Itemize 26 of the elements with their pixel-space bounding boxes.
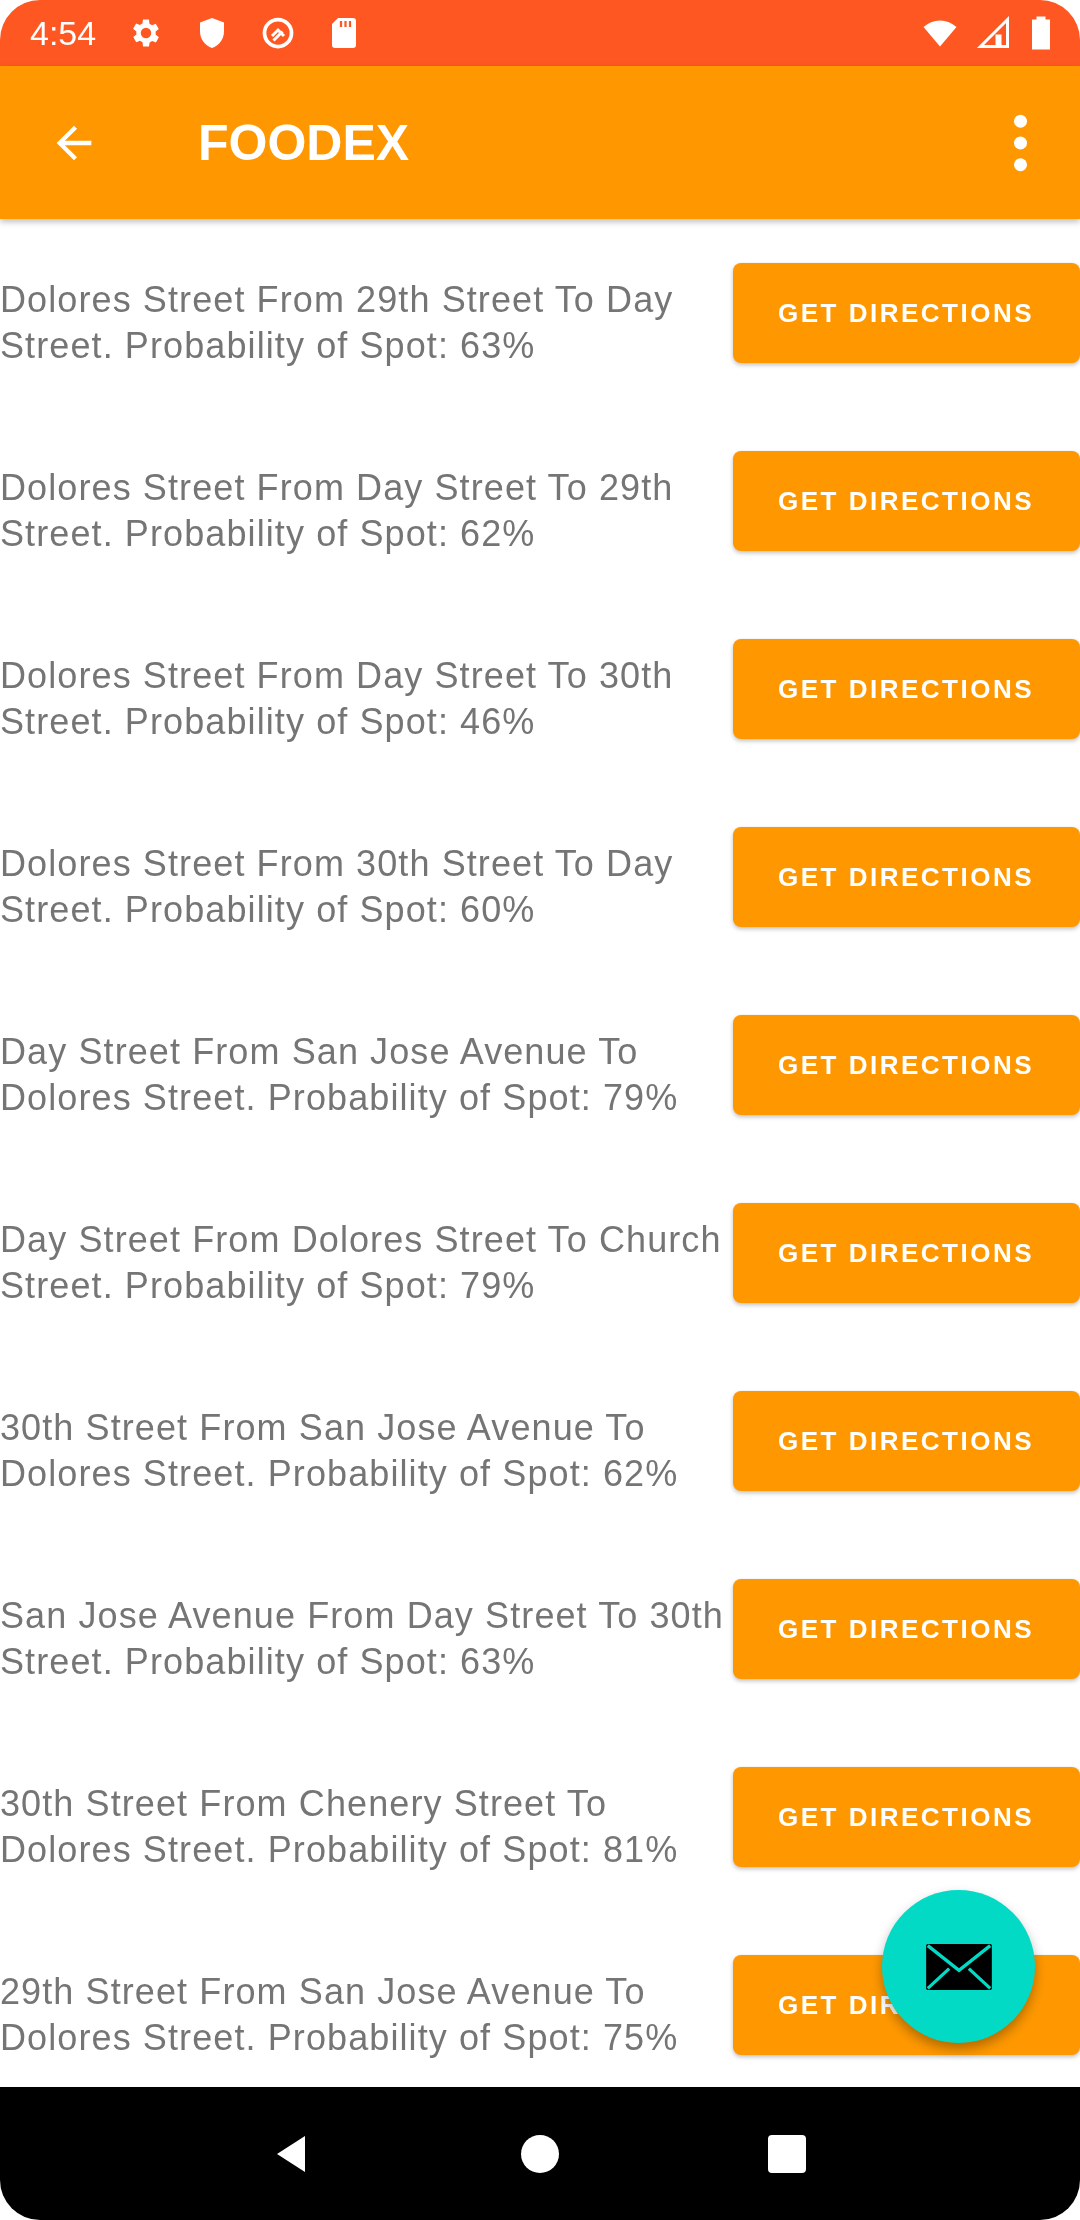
get-directions-button[interactable]: GET DIRECTIONS [733,827,1080,927]
envelope-icon [925,1943,992,1990]
get-directions-button[interactable]: GET DIRECTIONS [733,1767,1080,1867]
signal-icon [976,15,1012,51]
app-title: FOODEX [198,113,411,172]
spot-description: Day Street From San Jose Avenue To Dolores Street. Probability of Spot: 79% [0,1030,680,1120]
spot-description: Dolores Street From 30th Street To Day Street. Probability of Spot: 60% [0,842,675,932]
get-directions-button[interactable]: GET DIRECTIONS [733,639,1080,739]
spot-description: Dolores Street From 29th Street To Day Street. Probability of Spot: 63% [0,278,675,368]
get-directions-button[interactable]: GET DIRECTIONS [733,263,1080,363]
get-directions-button[interactable]: GET DIRECTIONS [733,1579,1080,1679]
home-circle-icon[interactable] [520,2133,560,2174]
get-directions-button[interactable]: GET DIRECTIONS [733,1015,1080,1115]
spot-description: 30th Street From Chenery Street To Dolores Street. Probability of Spot: 81% [0,1782,680,1872]
get-directions-button[interactable]: GET DIRECTIONS [733,451,1080,551]
spot-description: 30th Street From San Jose Avenue To Dolores Street. Probability of Spot: 62% [0,1406,680,1496]
battery-icon [1030,15,1052,51]
spot-description: Day Street From Dolores Street To Church Street. Probability of Spot: 79% [0,1218,723,1308]
get-directions-button[interactable]: GET DIRECTIONS [733,1391,1080,1491]
get-directions-button[interactable]: GET DIRECTIONS [733,1203,1080,1303]
spot-description: Dolores Street From Day Street To 30th Street. Probability of Spot: 46% [0,654,675,744]
clock-time: 4:54 [30,13,97,53]
spot-description: 29th Street From San Jose Avenue To Dolores Street. Probability of Spot: 75% [0,1970,680,2060]
recents-square-icon[interactable] [766,2133,807,2174]
spot-description: Dolores Street From Day Street To 29th Street. Probability of Spot: 62% [0,466,675,556]
spot-description: San Jose Avenue From Day Street To 30th Street. Probability of Spot: 63% [0,1594,725,1684]
